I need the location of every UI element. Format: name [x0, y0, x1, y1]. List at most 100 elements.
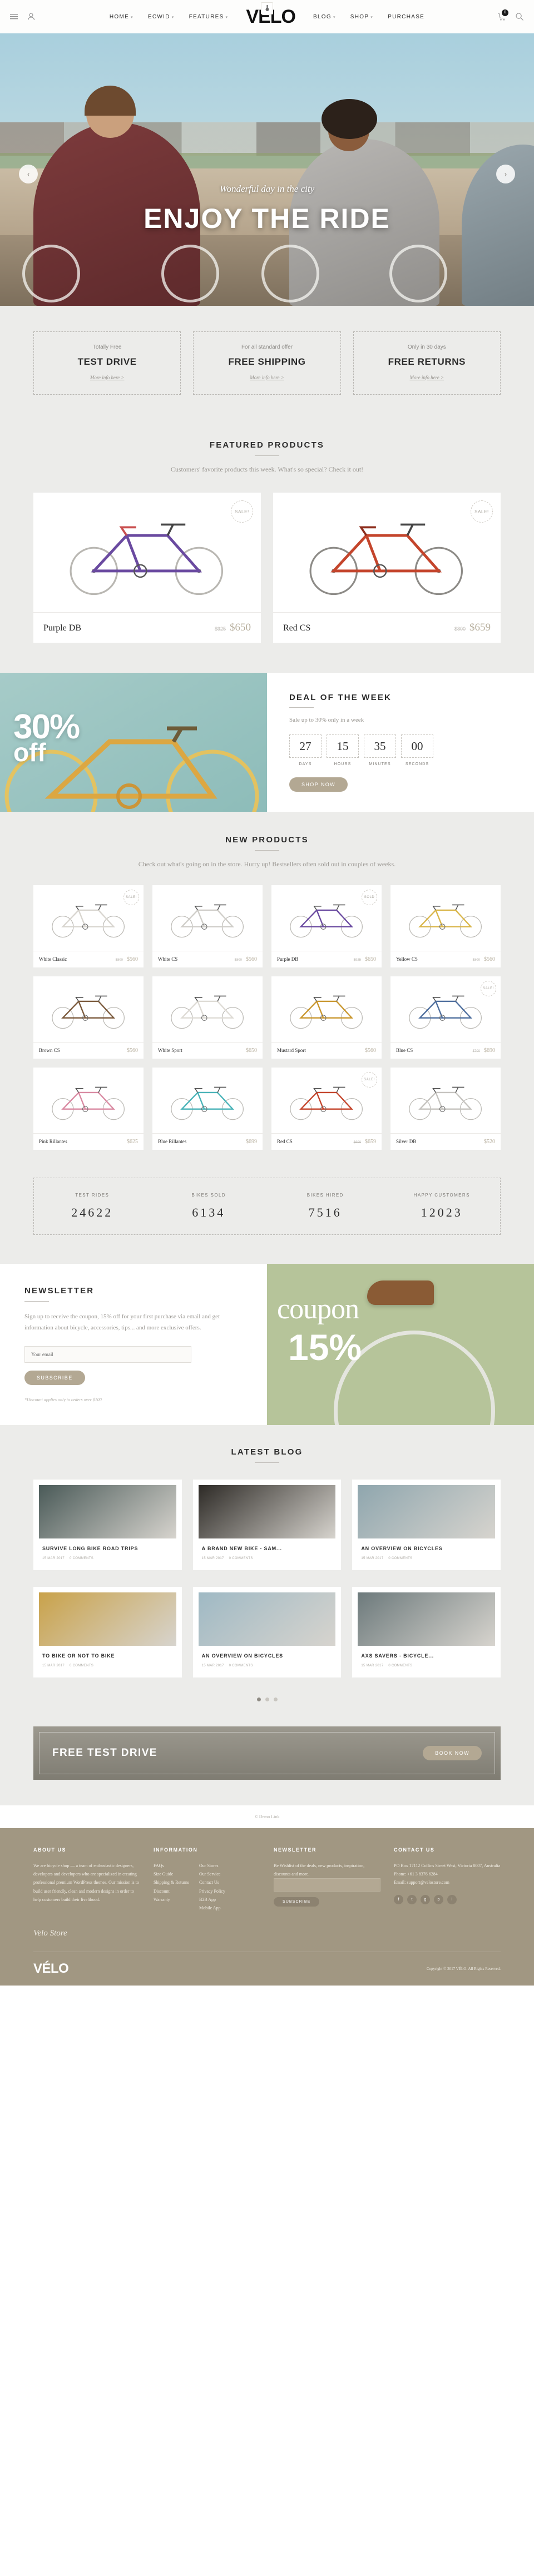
footer-link[interactable]: Contact Us: [199, 1878, 225, 1887]
cart-icon[interactable]: 0: [497, 9, 508, 21]
stat-value: 24622: [71, 1205, 113, 1219]
blog-dot[interactable]: [265, 1698, 269, 1701]
coupon-value: 15%: [288, 1327, 362, 1368]
google-plus-icon[interactable]: g: [421, 1894, 430, 1904]
product-card[interactable]: White CS $800 $560: [152, 885, 263, 967]
nav-item-ecwid[interactable]: ECWID ▾: [148, 14, 175, 20]
promo-more-link[interactable]: More info here >: [250, 375, 284, 380]
blog-post-date: 15 MAR 2017: [42, 1557, 65, 1560]
product-badge: SOLD: [362, 890, 377, 905]
blog-card[interactable]: A BRAND NEW BIKE - SAM... 15 MAR 2017 0 …: [192, 1480, 342, 1570]
footer-link[interactable]: Size Guide: [154, 1870, 189, 1878]
product-image: [390, 885, 501, 951]
footer-link[interactable]: Shipping & Returns: [154, 1878, 189, 1887]
footer-heading: NEWSLETTER: [274, 1847, 317, 1853]
stat-value: 6134: [192, 1205, 226, 1219]
footer-information-column: INFORMATION FAQs Size Guide Shipping & Ret…: [154, 1847, 260, 1912]
product-card[interactable]: Mustard Sport $560: [271, 976, 382, 1059]
newsletter-subscribe-button[interactable]: SUBSCRIBE: [24, 1370, 85, 1385]
product-price: $650: [230, 622, 251, 633]
footer-link[interactable]: FAQs: [154, 1862, 189, 1870]
top-navigation-bar: HOME ▾ ECWID ▾ FEATURES ▾ VÉLO BLOG ▾ SHOP ▾ …: [0, 0, 534, 33]
promo-card-free-shipping[interactable]: For all standard offer FREE SHIPPING Mor…: [193, 331, 341, 395]
footer-link[interactable]: Our Service: [199, 1870, 225, 1878]
facebook-icon[interactable]: f: [394, 1894, 403, 1904]
footer-link[interactable]: Warranty: [154, 1895, 189, 1904]
product-card[interactable]: Pink Rillantes $625: [33, 1068, 144, 1150]
product-name: Yellow CS: [396, 956, 418, 962]
twitter-icon[interactable]: t: [407, 1894, 417, 1904]
hero-prev-arrow[interactable]: ‹: [19, 165, 38, 183]
chevron-down-icon: ▾: [333, 15, 336, 19]
product-card[interactable]: SALE! Purple DB $925 $650: [33, 493, 261, 643]
footer-link[interactable]: Mobile App: [199, 1904, 225, 1912]
blog-dot[interactable]: [256, 1698, 261, 1701]
product-card[interactable]: SOLD Purple DB $925 $650: [271, 885, 382, 967]
user-account-icon[interactable]: [27, 12, 36, 21]
product-name: Blue CS: [396, 1048, 413, 1053]
countdown-label: SECONDS: [405, 762, 429, 766]
blog-post-title: SURVIVE LONG BIKE ROAD TRIPS: [42, 1546, 139, 1551]
promo-card-test-drive[interactable]: Totally Free TEST DRIVE More info here >: [33, 331, 181, 395]
product-card[interactable]: SALE! Blue CS $700 $690: [390, 976, 501, 1059]
footer-link[interactable]: Privacy Policy: [199, 1887, 225, 1895]
nav-item-purchase[interactable]: PURCHASE: [388, 14, 424, 20]
promo-card-free-returns[interactable]: Only in 30 days FREE RETURNS More info h…: [353, 331, 501, 395]
book-now-button[interactable]: BOOK NOW: [423, 1746, 482, 1760]
blog-card[interactable]: AN OVERVIEW ON BICYCLES 15 MAR 2017 0 CO…: [352, 1480, 501, 1570]
deal-subtitle: Sale up to 30% only in a week: [289, 717, 364, 723]
promo-more-link[interactable]: More info here >: [90, 375, 125, 380]
footer-email-input[interactable]: [274, 1878, 380, 1892]
blog-card[interactable]: SURVIVE LONG BIKE ROAD TRIPS 15 MAR 2017…: [33, 1480, 182, 1570]
product-name: Pink Rillantes: [39, 1139, 67, 1144]
blog-card[interactable]: AXS SAVERS - BICYCLE... 15 MAR 2017 0 CO…: [352, 1587, 501, 1677]
instagram-icon[interactable]: i: [447, 1894, 457, 1904]
blog-dot[interactable]: [273, 1698, 278, 1701]
blog-image: [358, 1592, 496, 1646]
footer-subscribe-button[interactable]: SUBSCRIBE: [274, 1897, 320, 1907]
product-card[interactable]: Yellow CS $800 $560: [390, 885, 501, 967]
product-card[interactable]: Brown CS $560: [33, 976, 144, 1059]
newsletter-email-input[interactable]: [24, 1346, 191, 1363]
product-card[interactable]: White Sport $650: [152, 976, 263, 1059]
footer-link[interactable]: Discount: [154, 1887, 189, 1895]
nav-item-home[interactable]: HOME ▾: [110, 14, 134, 20]
footer-credit: © Demo Link: [0, 1805, 534, 1828]
product-image: [152, 1068, 263, 1133]
search-icon[interactable]: [515, 12, 524, 21]
shop-now-button[interactable]: SHOP NOW: [289, 777, 348, 792]
nav-item-blog[interactable]: BLOG ▾: [313, 14, 336, 20]
promo-section: Totally Free TEST DRIVE More info here >…: [0, 306, 534, 420]
promo-more-link[interactable]: More info here >: [409, 375, 444, 380]
blog-post-comments: 0 COMMENTS: [229, 1664, 253, 1667]
nav-item-features[interactable]: FEATURES ▾: [189, 14, 229, 20]
pinterest-icon[interactable]: p: [434, 1894, 443, 1904]
product-card[interactable]: Silver DB $520: [390, 1068, 501, 1150]
blog-image: [198, 1592, 336, 1646]
product-card[interactable]: SALE! Red CS $800 $659: [273, 493, 501, 643]
product-card[interactable]: SALE! White Classic $800 $560: [33, 885, 144, 967]
stat-label: HAPPY CUSTOMERS: [413, 1193, 470, 1198]
footer-link[interactable]: Our Stores: [199, 1862, 225, 1870]
product-price: $625: [127, 1139, 138, 1145]
blog-post-comments: 0 COMMENTS: [388, 1557, 413, 1560]
menu-icon[interactable]: [10, 12, 19, 21]
blog-pagination-dots: [33, 1694, 501, 1704]
new-products-section: NEW PRODUCTS Check out what's going on i…: [0, 812, 534, 1178]
blog-title: LATEST BLOG: [231, 1447, 303, 1457]
product-price: $560: [127, 1048, 138, 1054]
footer-logo[interactable]: VÉLO: [33, 1961, 69, 1977]
newsletter-section: NEWSLETTER Sign up to receive the coupon…: [0, 1264, 534, 1425]
product-badge: SALE!: [231, 500, 253, 523]
footer-link[interactable]: B2B App: [199, 1895, 225, 1904]
product-card[interactable]: Blue Rillantes $699: [152, 1068, 263, 1150]
blog-card[interactable]: TO BIKE OR NOT TO BIKE 15 MAR 2017 0 COM…: [33, 1587, 182, 1677]
blog-post-comments: 0 COMMENTS: [70, 1557, 94, 1560]
footer-signature: Velo Store: [33, 1929, 67, 1938]
nav-item-shop[interactable]: SHOP ▾: [350, 14, 373, 20]
blog-card[interactable]: AN OVERVIEW ON BICYCLES 15 MAR 2017 0 CO…: [192, 1587, 342, 1677]
hero-slider: Wonderful day in the city ENJOY THE RIDE…: [0, 33, 534, 306]
hero-next-arrow[interactable]: ›: [496, 165, 515, 183]
product-price: $659: [469, 622, 491, 633]
product-card[interactable]: SALE! Red CS $800 $659: [271, 1068, 382, 1150]
